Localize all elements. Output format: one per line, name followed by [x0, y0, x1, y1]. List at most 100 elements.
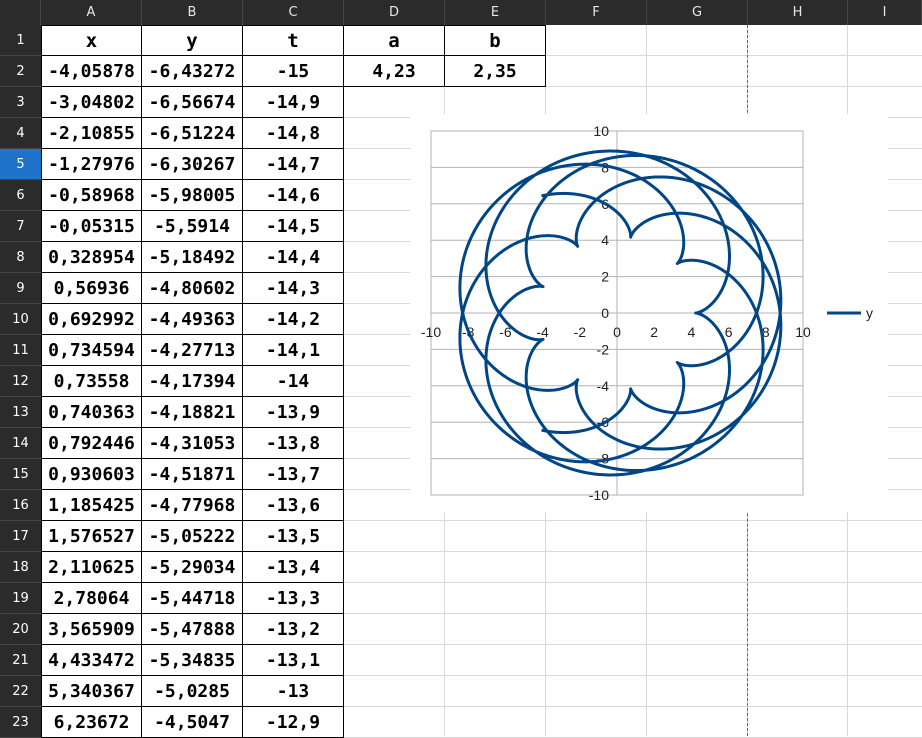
- row-header-3[interactable]: 3: [0, 87, 41, 118]
- cell-b23-y[interactable]: -4,5047: [142, 707, 243, 738]
- cell-b20-y[interactable]: -5,47888: [142, 614, 243, 645]
- row-header-19[interactable]: 19: [0, 583, 41, 614]
- row-header-13[interactable]: 13: [0, 397, 41, 428]
- spreadsheet[interactable]: ABCDEFGHI 1 2 3 4 5 6 7 8 9 10 11 12 13 14 15 16 17 18 19 2…: [0, 0, 922, 738]
- row-header-17[interactable]: 17: [0, 521, 41, 552]
- cell-c22-t[interactable]: -13: [243, 676, 344, 707]
- cell-c9-t[interactable]: -14,3: [243, 273, 344, 304]
- cell-c14-t[interactable]: -13,8: [243, 428, 344, 459]
- cell-c17-t[interactable]: -13,5: [243, 521, 344, 552]
- row-header-8[interactable]: 8: [0, 242, 41, 273]
- row-header-12[interactable]: 12: [0, 366, 41, 397]
- cell-c7-t[interactable]: -14,5: [243, 211, 344, 242]
- cell-c18-t[interactable]: -13,4: [243, 552, 344, 583]
- cell-a6-x[interactable]: -0,58968: [41, 180, 142, 211]
- cell-a19-x[interactable]: 2,78064: [41, 583, 142, 614]
- cell-a9-x[interactable]: 0,56936: [41, 273, 142, 304]
- cell-b9-y[interactable]: -4,80602: [142, 273, 243, 304]
- column-header-h[interactable]: H: [748, 0, 848, 25]
- cell-a20-x[interactable]: 3,565909: [41, 614, 142, 645]
- column-header-e[interactable]: E: [445, 0, 546, 25]
- cell-a11-x[interactable]: 0,734594: [41, 335, 142, 366]
- row-header-1[interactable]: 1: [0, 25, 41, 56]
- cell-b3-y[interactable]: -6,56674: [142, 87, 243, 118]
- row-header-15[interactable]: 15: [0, 459, 41, 490]
- row-header-10[interactable]: 10: [0, 304, 41, 335]
- cell-b16-y[interactable]: -4,77968: [142, 490, 243, 521]
- cell-a12-x[interactable]: 0,73558: [41, 366, 142, 397]
- cell-a23-x[interactable]: 6,23672: [41, 707, 142, 738]
- cell-a16-x[interactable]: 1,185425: [41, 490, 142, 521]
- row-header-9[interactable]: 9: [0, 273, 41, 304]
- row-header-5[interactable]: 5: [0, 149, 41, 180]
- column-header-a[interactable]: A: [41, 0, 142, 25]
- column-header-g[interactable]: G: [647, 0, 748, 25]
- cell-b14-y[interactable]: -4,31053: [142, 428, 243, 459]
- cell-b1-header-y[interactable]: y: [142, 25, 243, 56]
- cell-a18-x[interactable]: 2,110625: [41, 552, 142, 583]
- row-header-7[interactable]: 7: [0, 211, 41, 242]
- row-header-20[interactable]: 20: [0, 614, 41, 645]
- select-all-corner[interactable]: [0, 0, 41, 25]
- chart[interactable]: -10 -8 -6 -4 -2 0 2 4 6 8 10 -10 -8 -6 -4 -2 0 2 4 6 8 10 y: [410, 114, 888, 512]
- cell-c23-t[interactable]: -12,9: [243, 707, 344, 738]
- cell-c10-t[interactable]: -14,2: [243, 304, 344, 335]
- cell-a3-x[interactable]: -3,04802: [41, 87, 142, 118]
- cell-b11-y[interactable]: -4,27713: [142, 335, 243, 366]
- cell-a4-x[interactable]: -2,10855: [41, 118, 142, 149]
- cell-b6-y[interactable]: -5,98005: [142, 180, 243, 211]
- cell-b18-y[interactable]: -5,29034: [142, 552, 243, 583]
- cell-e2-param-b[interactable]: 2,35: [445, 56, 546, 87]
- cell-c3-t[interactable]: -14,9: [243, 87, 344, 118]
- cell-a21-x[interactable]: 4,433472: [41, 645, 142, 676]
- column-header-c[interactable]: C: [243, 0, 344, 25]
- cell-c5-t[interactable]: -14,7: [243, 149, 344, 180]
- cell-c6-t[interactable]: -14,6: [243, 180, 344, 211]
- cell-a7-x[interactable]: -0,05315: [41, 211, 142, 242]
- cell-d2-param-a[interactable]: 4,23: [344, 56, 445, 87]
- cell-b19-y[interactable]: -5,44718: [142, 583, 243, 614]
- row-header-21[interactable]: 21: [0, 645, 41, 676]
- cell-e1-header-b[interactable]: b: [445, 25, 546, 56]
- row-header-4[interactable]: 4: [0, 118, 41, 149]
- cell-c2-t[interactable]: -15: [243, 56, 344, 87]
- column-header-i[interactable]: I: [848, 0, 922, 25]
- column-header-d[interactable]: D: [344, 0, 445, 25]
- cell-c16-t[interactable]: -13,6: [243, 490, 344, 521]
- cell-b22-y[interactable]: -5,0285: [142, 676, 243, 707]
- row-header-11[interactable]: 11: [0, 335, 41, 366]
- cell-b8-y[interactable]: -5,18492: [142, 242, 243, 273]
- row-header-18[interactable]: 18: [0, 552, 41, 583]
- cell-a10-x[interactable]: 0,692992: [41, 304, 142, 335]
- cell-c4-t[interactable]: -14,8: [243, 118, 344, 149]
- row-header-22[interactable]: 22: [0, 676, 41, 707]
- cell-b7-y[interactable]: -5,5914: [142, 211, 243, 242]
- cell-c19-t[interactable]: -13,3: [243, 583, 344, 614]
- cell-c12-t[interactable]: -14: [243, 366, 344, 397]
- cell-c8-t[interactable]: -14,4: [243, 242, 344, 273]
- cell-a2-x[interactable]: -4,05878: [41, 56, 142, 87]
- cell-c1-header-t[interactable]: t: [243, 25, 344, 56]
- cell-b4-y[interactable]: -6,51224: [142, 118, 243, 149]
- row-header-6[interactable]: 6: [0, 180, 41, 211]
- cell-b2-y[interactable]: -6,43272: [142, 56, 243, 87]
- cell-a1-header-x[interactable]: x: [41, 25, 142, 56]
- cell-c11-t[interactable]: -14,1: [243, 335, 344, 366]
- row-header-23[interactable]: 23: [0, 707, 41, 738]
- cell-c15-t[interactable]: -13,7: [243, 459, 344, 490]
- cell-b12-y[interactable]: -4,17394: [142, 366, 243, 397]
- cell-d1-header-a[interactable]: a: [344, 25, 445, 56]
- cell-b10-y[interactable]: -4,49363: [142, 304, 243, 335]
- cell-a8-x[interactable]: 0,328954: [41, 242, 142, 273]
- cell-a15-x[interactable]: 0,930603: [41, 459, 142, 490]
- cell-b13-y[interactable]: -4,18821: [142, 397, 243, 428]
- cell-b17-y[interactable]: -5,05222: [142, 521, 243, 552]
- column-header-f[interactable]: F: [546, 0, 647, 25]
- column-header-b[interactable]: B: [142, 0, 243, 25]
- cell-a14-x[interactable]: 0,792446: [41, 428, 142, 459]
- cell-a22-x[interactable]: 5,340367: [41, 676, 142, 707]
- cell-c21-t[interactable]: -13,1: [243, 645, 344, 676]
- row-header-16[interactable]: 16: [0, 490, 41, 521]
- cell-b21-y[interactable]: -5,34835: [142, 645, 243, 676]
- cell-c20-t[interactable]: -13,2: [243, 614, 344, 645]
